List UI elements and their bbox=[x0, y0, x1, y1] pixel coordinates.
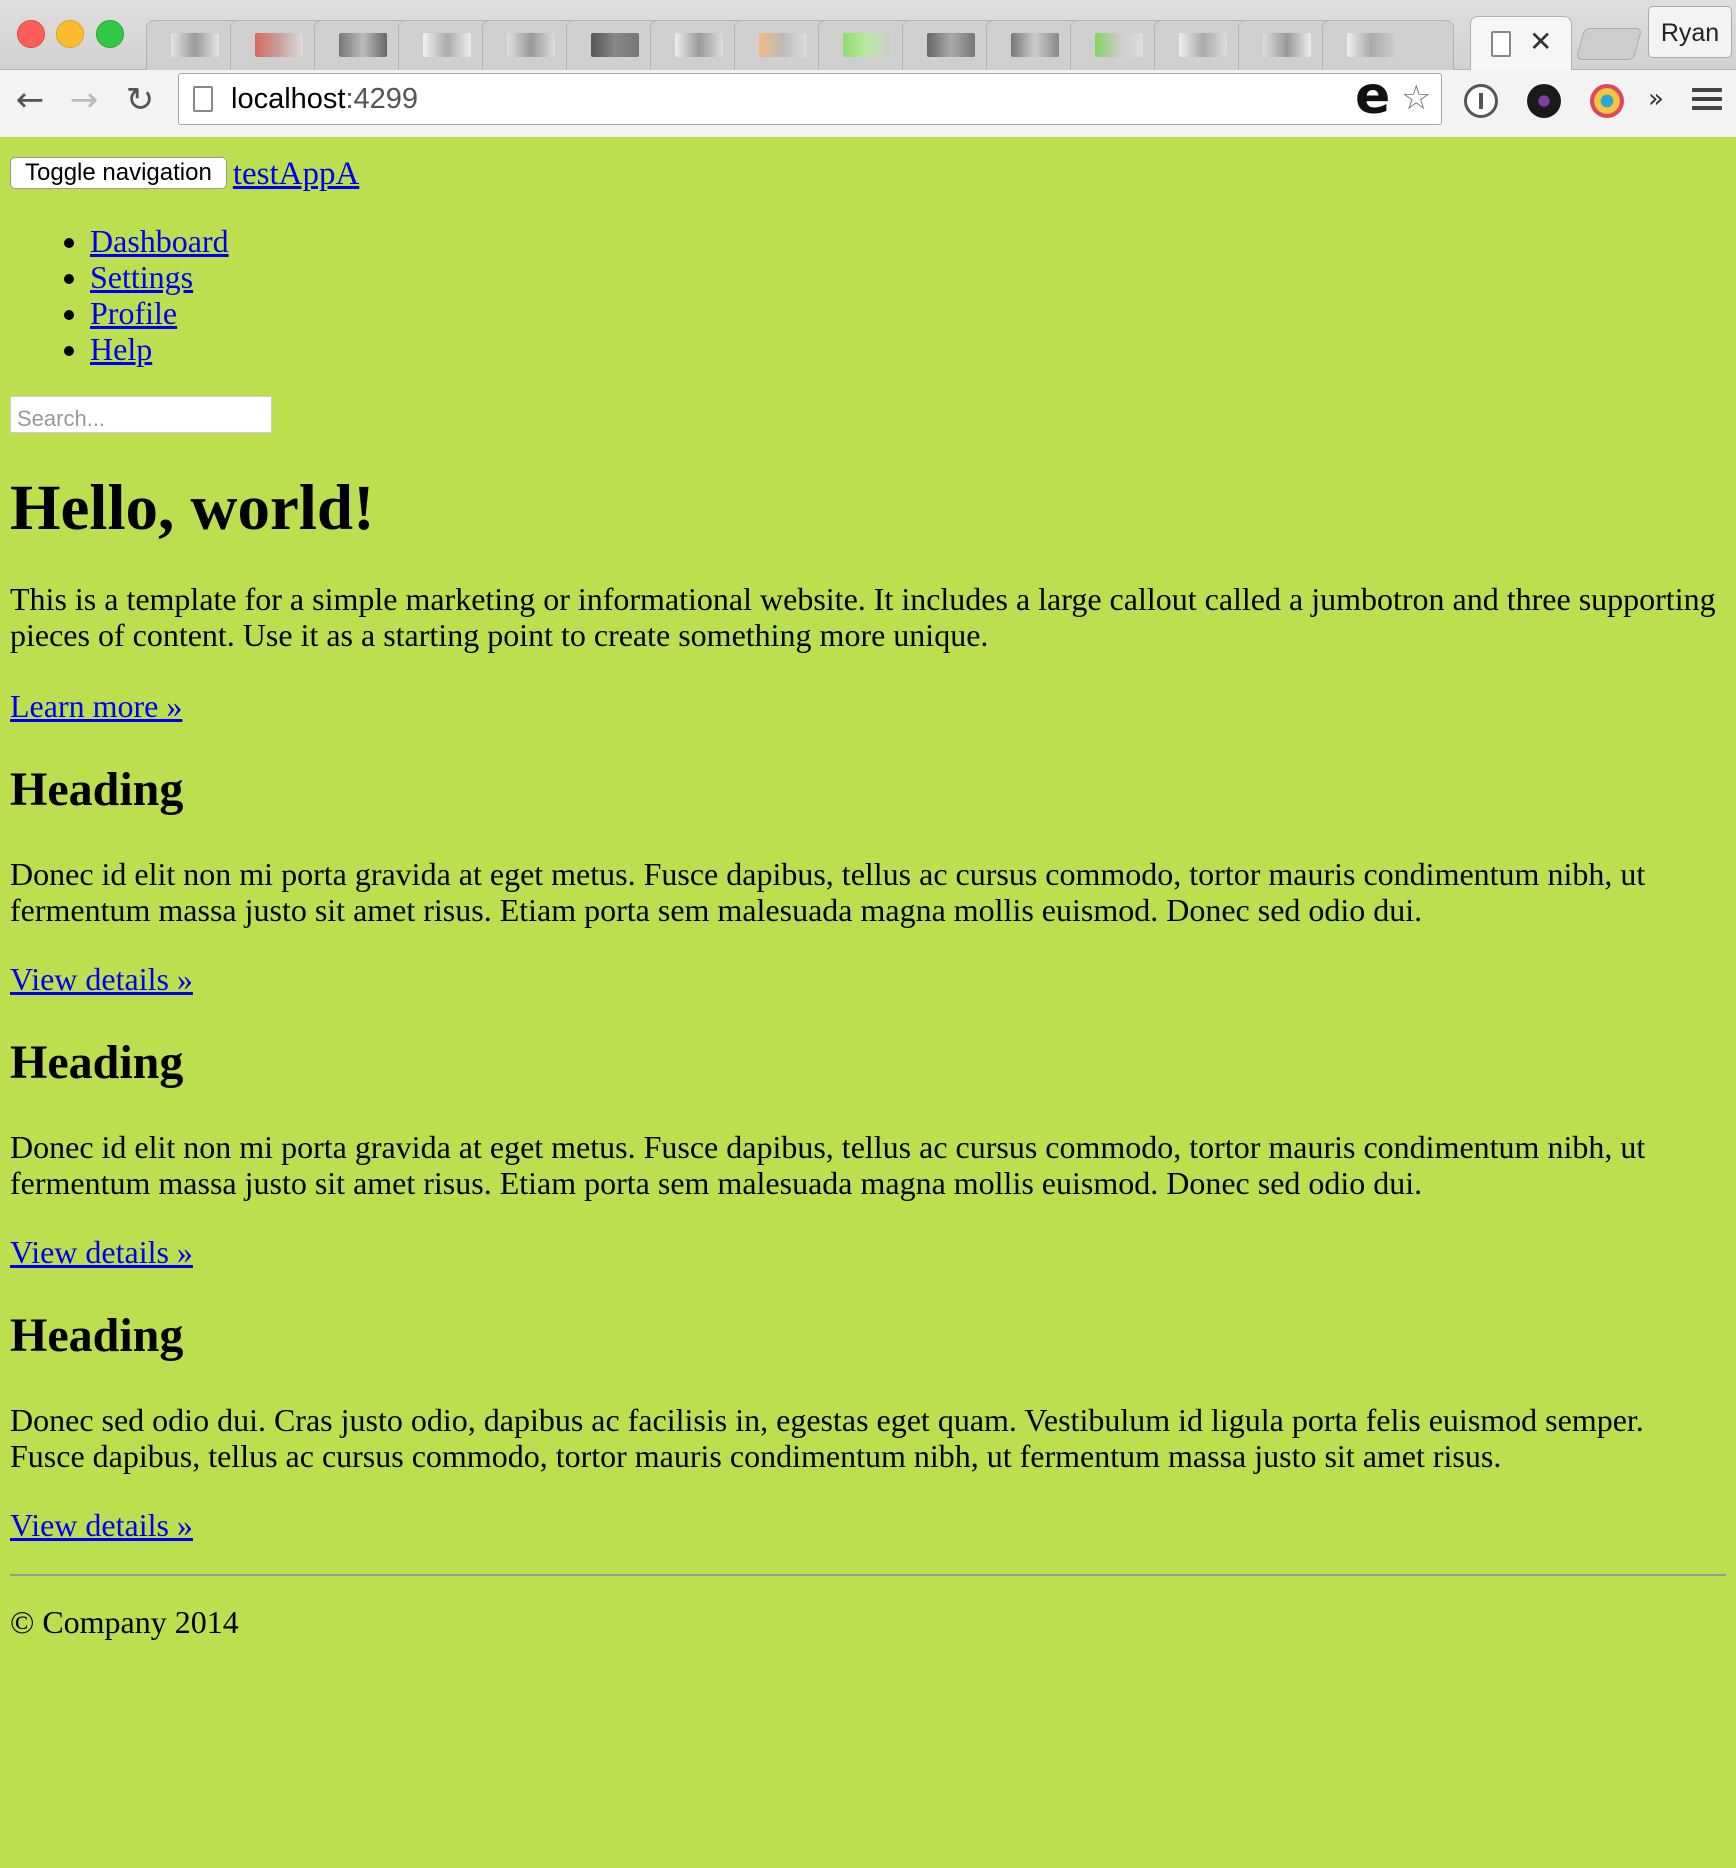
url-text: localhost:4299 bbox=[231, 83, 418, 116]
tab-close-icon[interactable]: ✕ bbox=[1529, 27, 1552, 57]
blurred-favicon bbox=[423, 33, 471, 57]
profile-button[interactable]: Ryan bbox=[1648, 6, 1732, 58]
nav-link-dashboard[interactable]: Dashboard bbox=[90, 223, 229, 259]
hamburger-menu-icon[interactable] bbox=[1692, 88, 1722, 114]
window-maximize-button[interactable] bbox=[96, 20, 124, 48]
section-heading: Heading bbox=[10, 1036, 184, 1089]
view-details-link[interactable]: View details » bbox=[10, 961, 193, 997]
blurred-favicon bbox=[339, 33, 387, 57]
blurred-favicon bbox=[1095, 33, 1143, 57]
blurred-favicon bbox=[507, 33, 555, 57]
blurred-favicon bbox=[675, 33, 723, 57]
url-host: localhost bbox=[231, 83, 346, 115]
blurred-favicon bbox=[1011, 33, 1059, 57]
nav-link-settings[interactable]: Settings bbox=[90, 259, 193, 295]
reload-icon[interactable]: ↻ bbox=[120, 80, 160, 120]
page-icon bbox=[193, 86, 213, 112]
extension-e-icon[interactable]: e bbox=[1355, 66, 1390, 126]
blurred-favicon bbox=[927, 33, 975, 57]
toggle-navigation-button[interactable]: Toggle navigation bbox=[10, 157, 227, 189]
page-content: Toggle navigationtestAppA Dashboard Sett… bbox=[10, 137, 1726, 1640]
active-tab[interactable]: ✕ bbox=[1470, 16, 1572, 71]
jumbotron-text: This is a template for a simple marketin… bbox=[10, 581, 1716, 653]
blurred-favicon bbox=[843, 33, 891, 57]
tab-strip: ✕ Ryan bbox=[0, 0, 1736, 71]
footer-divider bbox=[10, 1574, 1726, 1576]
nav-list: Dashboard Settings Profile Help bbox=[10, 223, 1726, 367]
bookmark-star-icon[interactable]: ☆ bbox=[1401, 78, 1431, 118]
blurred-favicon bbox=[1347, 33, 1395, 57]
blurred-favicon bbox=[759, 33, 807, 57]
browser-toolbar: ← → ↻ localhost:4299 e ☆ » bbox=[0, 66, 1736, 137]
section-heading: Heading bbox=[10, 1309, 184, 1362]
back-arrow-icon[interactable]: ← bbox=[10, 80, 50, 120]
browser-chrome: ✕ Ryan ← → ↻ localhost:4299 e ☆ » bbox=[0, 0, 1736, 137]
brand-link[interactable]: testAppA bbox=[233, 157, 360, 191]
nav-link-help[interactable]: Help bbox=[90, 331, 152, 367]
section-heading: Heading bbox=[10, 763, 184, 816]
view-details-link[interactable]: View details » bbox=[10, 1234, 193, 1270]
browser-tab[interactable] bbox=[1322, 20, 1454, 70]
nav-item: Dashboard bbox=[90, 223, 1726, 259]
nav-item: Help bbox=[90, 331, 1726, 367]
forward-arrow-icon[interactable]: → bbox=[64, 80, 104, 120]
section-text: Donec sed odio dui. Cras justo odio, dap… bbox=[10, 1402, 1644, 1474]
section-text: Donec id elit non mi porta gravida at eg… bbox=[10, 856, 1646, 928]
nav-item: Profile bbox=[90, 295, 1726, 331]
learn-more-link[interactable]: Learn more » bbox=[10, 688, 182, 724]
nav-link-profile[interactable]: Profile bbox=[90, 295, 177, 331]
info-extension-icon[interactable] bbox=[1464, 84, 1498, 118]
nav-item: Settings bbox=[90, 259, 1726, 295]
window-close-button[interactable] bbox=[17, 20, 45, 48]
section-text: Donec id elit non mi porta gravida at eg… bbox=[10, 1129, 1646, 1201]
blurred-favicon bbox=[1263, 33, 1311, 57]
blurred-favicon bbox=[255, 33, 303, 57]
blurred-favicon bbox=[171, 33, 219, 57]
window-minimize-button[interactable] bbox=[56, 20, 84, 48]
page-icon bbox=[1491, 31, 1511, 57]
extensions-overflow-icon[interactable]: » bbox=[1648, 84, 1664, 114]
navbar: Toggle navigation testAppA bbox=[10, 157, 1726, 195]
blurred-favicon bbox=[591, 33, 639, 57]
jumbotron-title: Hello, world! bbox=[10, 472, 375, 544]
search-input[interactable]: Search... bbox=[10, 396, 272, 433]
color-extension-icon[interactable] bbox=[1590, 84, 1624, 118]
footer-text: © Company 2014 bbox=[10, 1604, 239, 1640]
new-tab-button[interactable] bbox=[1575, 28, 1643, 60]
address-bar[interactable]: localhost:4299 e ☆ bbox=[178, 66, 1442, 126]
view-details-link[interactable]: View details » bbox=[10, 1507, 193, 1543]
url-port: :4299 bbox=[345, 83, 419, 115]
blurred-favicon bbox=[1179, 33, 1227, 57]
camera-extension-icon[interactable] bbox=[1527, 84, 1561, 118]
